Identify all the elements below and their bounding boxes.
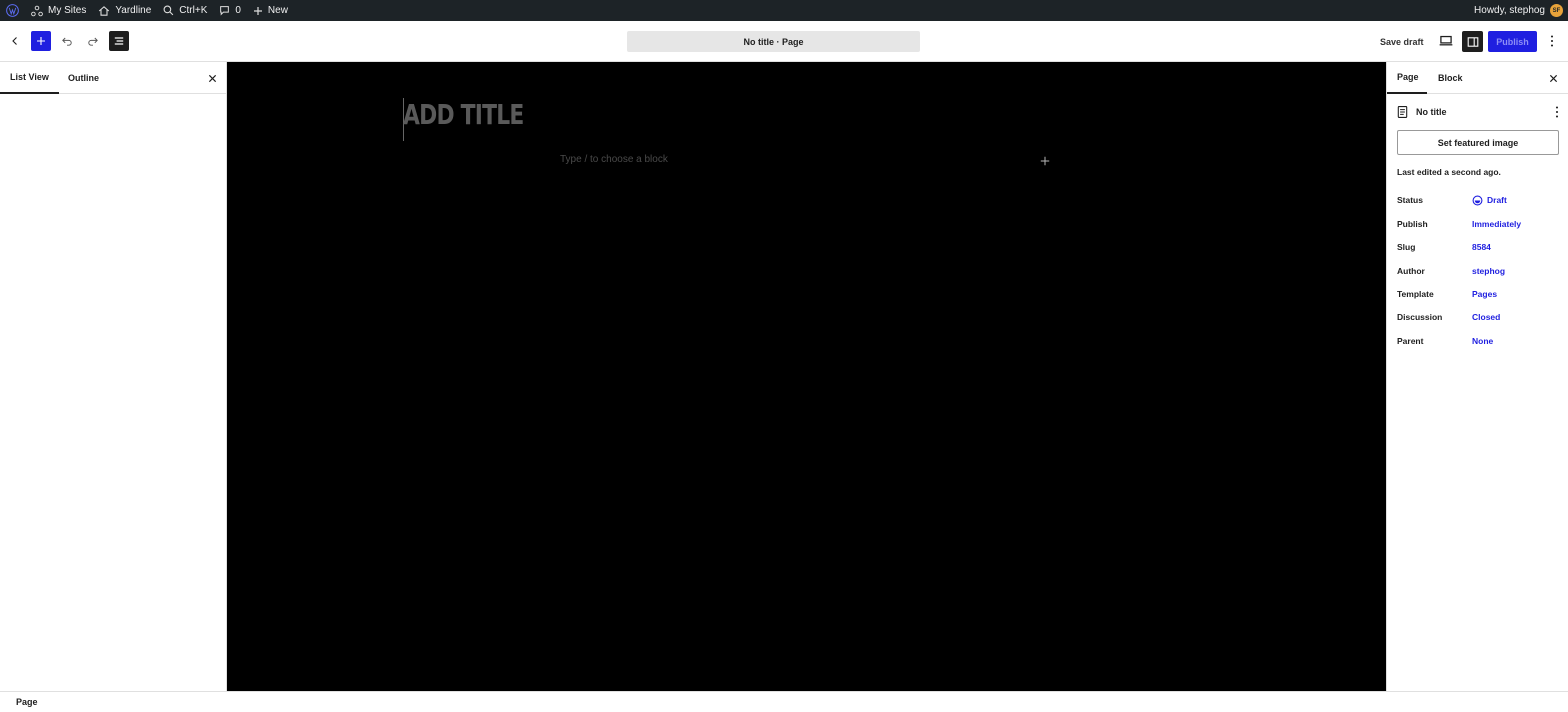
close-icon — [208, 74, 216, 82]
publish-date-button[interactable]: Immediately — [1472, 219, 1521, 229]
add-block-button[interactable] — [1039, 154, 1051, 166]
search-icon — [163, 5, 174, 16]
tab-list-view[interactable]: List View — [0, 62, 59, 94]
settings-toggle-button[interactable] — [1462, 31, 1483, 52]
block-breadcrumb-bar: Page — [0, 691, 1568, 712]
list-view-icon — [114, 37, 124, 45]
discussion-row: Discussion Closed — [1397, 310, 1559, 324]
document-summary: No title — [1397, 104, 1559, 120]
status-value: Draft — [1487, 195, 1507, 205]
status-value-button[interactable]: Draft — [1472, 195, 1507, 206]
editor-header: No title · Page Save draft Publish — [0, 21, 1568, 62]
undo-icon — [62, 37, 72, 46]
new-content-menu[interactable]: New — [247, 0, 294, 21]
block-placeholder[interactable]: Type / to choose a block — [560, 154, 668, 165]
editor-canvas: ADD TITLE Type / to choose a block — [227, 62, 1386, 691]
chevron-left-icon — [12, 37, 17, 45]
more-vertical-icon — [1550, 35, 1554, 47]
comment-icon — [220, 6, 230, 16]
close-panel-button[interactable] — [205, 62, 219, 94]
slug-row: Slug 8584 — [1397, 240, 1559, 254]
parent-row: Parent None — [1397, 334, 1559, 348]
save-draft-button[interactable]: Save draft — [1374, 31, 1430, 52]
tab-page[interactable]: Page — [1387, 62, 1427, 94]
block-inserter-button[interactable] — [31, 31, 51, 51]
comments-menu[interactable]: 0 — [213, 0, 247, 21]
home-icon — [99, 5, 110, 16]
author-row: Author stephog — [1397, 264, 1559, 278]
tab-block[interactable]: Block — [1438, 62, 1463, 94]
title-input[interactable]: ADD TITLE — [403, 98, 524, 131]
my-sites-label: My Sites — [48, 5, 87, 16]
search-command[interactable]: Ctrl+K — [157, 0, 213, 21]
slug-label: Slug — [1397, 242, 1416, 252]
discussion-label: Discussion — [1397, 312, 1443, 322]
author-label: Author — [1397, 266, 1425, 276]
search-shortcut-label: Ctrl+K — [179, 5, 208, 16]
status-row: Status Draft — [1397, 193, 1559, 207]
redo-button[interactable] — [83, 31, 103, 51]
document-overview-button[interactable] — [109, 31, 129, 51]
new-label: New — [267, 5, 288, 16]
draft-status-icon — [1472, 195, 1483, 205]
my-sites-icon — [31, 5, 43, 16]
more-vertical-icon — [1555, 106, 1559, 118]
document-actions-button[interactable] — [1555, 106, 1559, 118]
sidebar-tabs: Page Block — [1387, 62, 1568, 94]
parent-label: Parent — [1397, 336, 1424, 346]
author-button[interactable]: stephog — [1472, 266, 1505, 276]
options-menu-button[interactable] — [1542, 31, 1562, 51]
slug-button[interactable]: 8584 — [1472, 242, 1491, 252]
redo-icon — [88, 37, 98, 46]
publish-button[interactable]: Publish — [1488, 31, 1537, 52]
overview-tabs: List View Outline — [0, 62, 226, 94]
document-title-bar[interactable]: No title · Page — [627, 31, 920, 52]
sidebar-icon — [1467, 36, 1478, 47]
page-icon — [1397, 106, 1408, 118]
last-edited-text: Last edited a second ago. — [1397, 167, 1501, 177]
close-icon — [1549, 74, 1557, 82]
preview-button[interactable] — [1436, 31, 1456, 51]
discussion-button[interactable]: Closed — [1472, 312, 1500, 322]
tab-outline[interactable]: Outline — [68, 62, 99, 94]
template-row: Template Pages — [1397, 287, 1559, 301]
site-name-label: Yardline — [115, 5, 152, 16]
publish-label: Publish — [1397, 219, 1428, 229]
document-title: No title — [1416, 107, 1447, 117]
desktop-icon — [1439, 35, 1453, 46]
document-overview-panel: List View Outline — [0, 62, 227, 691]
status-label: Status — [1397, 195, 1423, 205]
avatar: SF — [1550, 4, 1563, 17]
template-button[interactable]: Pages — [1472, 289, 1497, 299]
account-menu[interactable]: Howdy, stephog SF — [1468, 0, 1568, 21]
close-sidebar-button[interactable] — [1546, 62, 1560, 94]
wordpress-logo-icon[interactable] — [0, 0, 25, 21]
admin-bar: My Sites Yardline Ctrl+K 0 New Howdy, st… — [0, 0, 1568, 21]
template-label: Template — [1397, 289, 1434, 299]
plus-icon — [37, 37, 45, 45]
back-button[interactable] — [5, 31, 25, 51]
publish-row: Publish Immediately — [1397, 217, 1559, 231]
my-sites-menu[interactable]: My Sites — [25, 0, 92, 21]
howdy-label: Howdy, stephog — [1474, 5, 1545, 16]
undo-button[interactable] — [57, 31, 77, 51]
plus-icon — [253, 6, 262, 15]
plus-icon — [1040, 156, 1050, 166]
set-featured-image-button[interactable]: Set featured image — [1397, 130, 1559, 155]
settings-sidebar: Page Block No title Set featured image L… — [1386, 62, 1568, 691]
parent-button[interactable]: None — [1472, 336, 1493, 346]
comments-count: 0 — [235, 5, 241, 16]
site-name-menu[interactable]: Yardline — [92, 0, 157, 21]
breadcrumb-page[interactable]: Page — [16, 697, 38, 707]
